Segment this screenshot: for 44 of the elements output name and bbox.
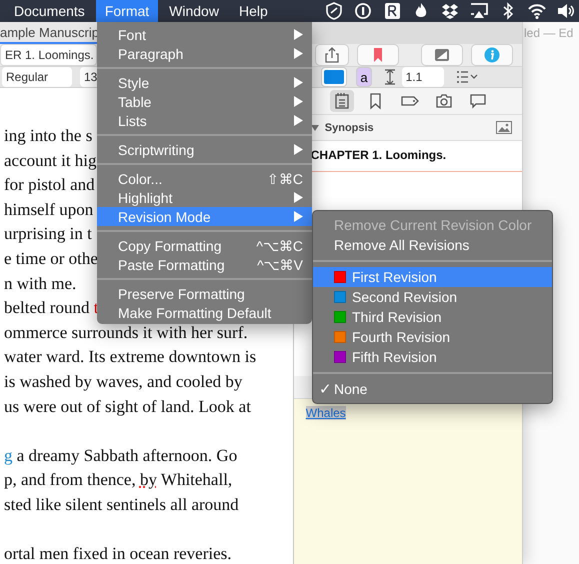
menu-item[interactable]: Copy Formatting ^⌥⌘C — [97, 236, 312, 255]
document-line: e time or othe — [4, 248, 98, 270]
document-line: account it hig — [4, 150, 97, 172]
menu-bar-item[interactable]: Format — [96, 0, 158, 22]
menu-item[interactable]: Lists — [97, 111, 312, 130]
document-line: himself upon — [4, 198, 94, 221]
menu-item[interactable]: Third Revision — [313, 307, 552, 327]
font-style-popup[interactable]: Regular — [2, 67, 72, 87]
menu-item[interactable]: Table — [97, 92, 312, 111]
document-line: urprising in t — [4, 223, 92, 246]
document-line: ing into the s — [4, 125, 92, 147]
document-line: g a dreamy Sabbath afternoon. Go — [4, 444, 238, 467]
menu-bar-item[interactable]: Window — [160, 0, 228, 22]
menu-item[interactable]: Fifth Revision — [313, 347, 552, 367]
section-title: Synopsis — [324, 122, 374, 134]
document-line: n with me. — [4, 272, 76, 295]
menu-bar-item[interactable]: Help — [230, 0, 277, 22]
document-line: ortal men fixed in ocean reveries. — [4, 543, 232, 564]
menu-item[interactable]: Fourth Revision — [313, 327, 552, 347]
menu-item[interactable]: Revision Mode — [97, 207, 312, 226]
document-line: for pistol and — [4, 174, 95, 196]
search-field[interactable]: ER 1. Loomings. — [0, 44, 97, 66]
menu-bar-item[interactable]: Documents — [5, 0, 94, 22]
document-line: is washed by waves, and cooled by — [4, 370, 242, 393]
menu-item[interactable]: Color... ⇧⌘C — [97, 169, 312, 188]
menu-item[interactable]: Preserve Formatting — [97, 284, 312, 303]
notes-link[interactable]: Whales — [306, 406, 346, 420]
document-line: sted like silent sentinels all around — [4, 494, 239, 516]
menu-item[interactable]: Make Formatting Default — [97, 303, 312, 322]
menu-item[interactable]: ✓None — [313, 379, 552, 399]
document-line: ommerce surrounds it with her surf. — [4, 322, 248, 344]
line-spacing-field[interactable]: 1.1 — [402, 67, 444, 87]
menu-item[interactable]: Second Revision — [313, 287, 552, 307]
menu-item[interactable]: First Revision — [313, 267, 552, 287]
menu-item[interactable]: Remove All Revisions — [313, 235, 552, 255]
menu-item[interactable]: Highlight — [97, 188, 312, 207]
document-line: us were out of sight of land. Look at — [4, 396, 251, 418]
document-line: water ward. Its extreme downtown is — [4, 346, 256, 368]
document-line: p, and from thence, by Whitehall, — [4, 469, 232, 492]
checkmark-icon: ✓ — [319, 380, 332, 398]
highlight-color-well[interactable]: a — [356, 67, 372, 87]
menu-item[interactable]: Paste Formatting ^⌥⌘V — [97, 255, 312, 274]
window-title: led — Ed — [523, 25, 574, 42]
menu-item[interactable]: Paragraph — [97, 44, 312, 63]
